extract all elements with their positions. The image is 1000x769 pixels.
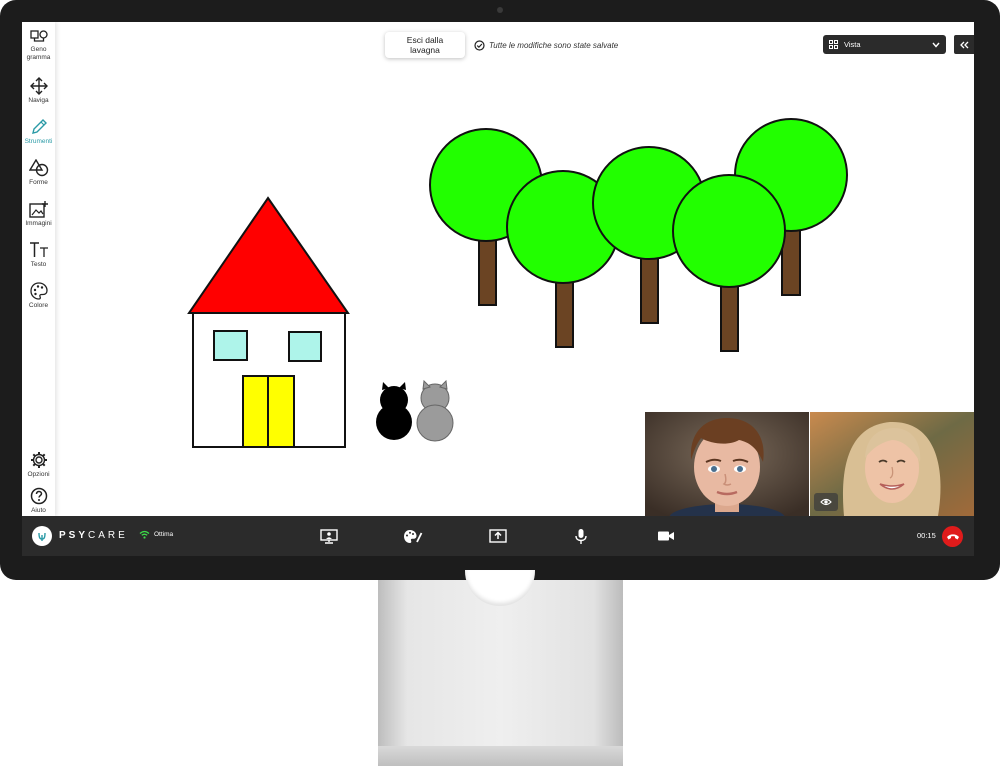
brand-name-rest: CARE	[88, 530, 128, 541]
cat-grey[interactable]	[416, 379, 454, 442]
eye-icon	[820, 498, 832, 506]
exit-whiteboard-button[interactable]: Esci dalla lavagna	[385, 32, 465, 58]
brand-name-bold: PSY	[59, 530, 89, 541]
monitor-stand-foot	[378, 746, 623, 766]
tool-genogram-label-1: Geno	[30, 46, 47, 53]
view-select[interactable]: Vista	[823, 35, 946, 54]
help-icon	[30, 487, 47, 505]
hang-up-phone-icon	[946, 534, 959, 540]
microphone-button[interactable]	[571, 527, 591, 545]
tool-options[interactable]: Opzioni	[22, 451, 55, 479]
tool-color[interactable]: Colore	[22, 282, 55, 310]
cat-black[interactable]	[376, 382, 412, 440]
tool-color-label: Colore	[28, 302, 49, 309]
save-status: Tutte le modifiche sono state salvate	[474, 39, 618, 51]
tool-genogram-label-2: gramma	[26, 53, 51, 61]
tool-text[interactable]: Testo	[22, 241, 55, 269]
end-call-button[interactable]	[942, 526, 963, 547]
brand-name: PSYCARE	[59, 530, 128, 541]
call-toolbar: PSYCARE Ottima 00:15	[22, 516, 974, 556]
tool-images[interactable]: Immagini	[22, 200, 55, 228]
presenter-screen-icon	[320, 528, 338, 544]
tree-3-trunk	[640, 251, 659, 324]
monitor-stand	[378, 578, 623, 766]
save-status-text: Tutte le modifiche sono state salvate	[489, 40, 619, 50]
palette-brush-icon	[404, 529, 423, 543]
tool-text-label: Testo	[30, 261, 47, 268]
whiteboard-button[interactable]	[403, 527, 423, 545]
tool-instruments-label: Strumenti	[24, 138, 53, 145]
pencil-icon	[31, 119, 47, 134]
tool-shapes[interactable]: Forme	[22, 159, 55, 187]
screen-share-icon	[489, 529, 507, 543]
microphone-icon	[575, 528, 587, 544]
tree-4-crown	[672, 174, 786, 288]
monitor: Geno gramma Naviga Strumenti Forme Immag…	[0, 0, 1000, 580]
shapes-icon	[28, 159, 48, 177]
double-chevron-left-icon	[960, 41, 969, 48]
move-arrows-icon	[29, 77, 48, 95]
boy-portrait	[645, 412, 809, 516]
wifi-icon	[139, 530, 150, 539]
video-tile-woman[interactable]	[810, 412, 974, 516]
chevron-down-icon	[932, 42, 940, 48]
tool-help[interactable]: Aiuto	[22, 487, 55, 515]
share-screen-presenter-button[interactable]	[319, 527, 339, 545]
house-window-right	[288, 331, 322, 362]
camera-button[interactable]	[656, 527, 676, 545]
view-select-label: Vista	[844, 40, 861, 49]
gear-icon	[30, 452, 47, 468]
palette-icon	[29, 282, 48, 300]
call-timer: 00:15	[917, 531, 936, 540]
tree-4-trunk	[720, 280, 739, 352]
genogram-icon	[29, 30, 48, 42]
tool-images-label: Immagini	[25, 220, 52, 227]
tool-options-label: Opzioni	[27, 471, 50, 478]
house-drawing[interactable]	[187, 196, 350, 448]
tool-shapes-label: Forme	[29, 179, 48, 186]
tree-1-trunk	[478, 236, 497, 306]
tool-help-label: Aiuto	[31, 507, 46, 514]
camera-dot	[497, 7, 503, 13]
video-camera-icon	[658, 531, 674, 541]
connection-quality: Ottima	[154, 531, 174, 538]
house-window-left	[213, 330, 248, 361]
tool-instruments[interactable]: Strumenti	[22, 118, 55, 146]
collapse-panel-button[interactable]	[954, 35, 974, 54]
tool-sidebar: Geno gramma Naviga Strumenti Forme Immag…	[22, 22, 55, 516]
add-image-icon	[28, 201, 48, 218]
grid-icon	[829, 40, 838, 49]
tool-navigate-label: Naviga	[28, 97, 49, 104]
share-screen-button[interactable]	[488, 527, 508, 545]
video-panel	[644, 411, 974, 516]
screen: Geno gramma Naviga Strumenti Forme Immag…	[22, 22, 974, 556]
connection-status: Ottima	[139, 530, 173, 539]
trees-drawing[interactable]	[429, 118, 848, 352]
video-tile-boy[interactable]	[645, 412, 809, 516]
tree-2-trunk	[555, 276, 574, 348]
house-roof	[187, 196, 350, 314]
psycare-logo-icon	[32, 526, 52, 546]
tool-navigate[interactable]: Naviga	[22, 77, 55, 105]
visibility-toggle[interactable]	[814, 493, 838, 511]
text-icon	[29, 242, 48, 257]
tool-genogram[interactable]: Geno gramma	[22, 30, 55, 61]
check-circle-icon	[474, 39, 485, 51]
